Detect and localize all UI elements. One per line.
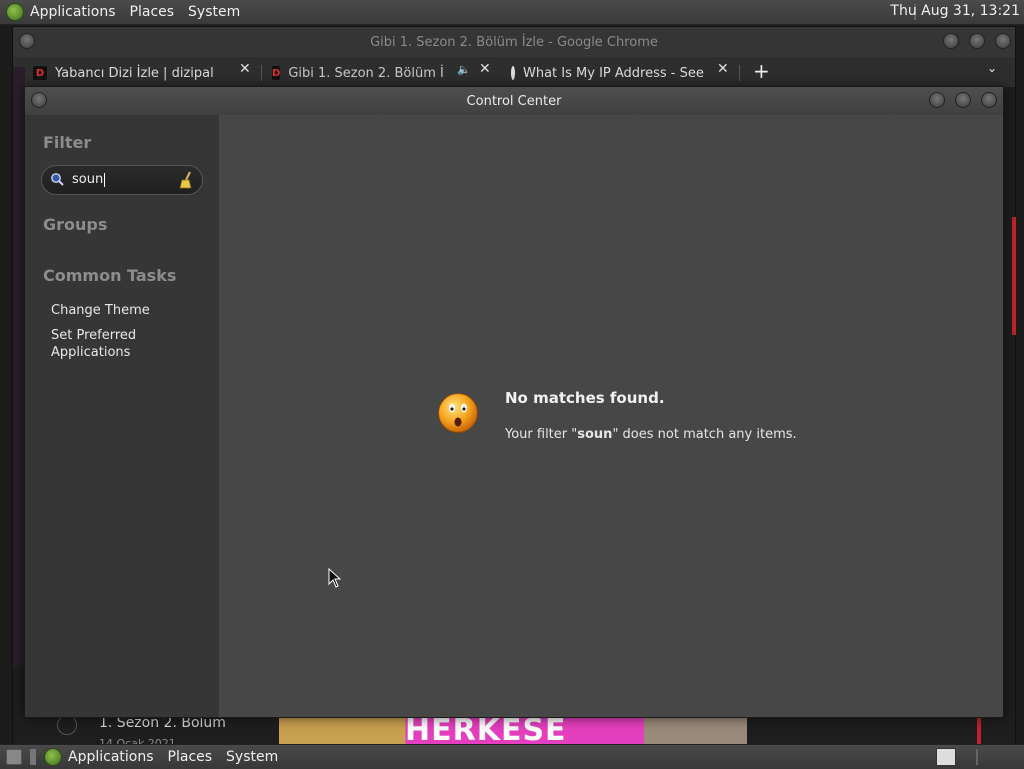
panel-handle-icon[interactable] xyxy=(30,749,36,765)
results-area: No matches found. Your filter "soun" doe… xyxy=(219,115,1003,717)
window-menu-button[interactable] xyxy=(31,92,47,108)
tab-separator xyxy=(739,65,740,81)
mouse-cursor-icon xyxy=(328,568,342,588)
control-center-window: Control Center Filter soun Groups Common… xyxy=(24,86,1004,718)
banner-text: HERKESE xyxy=(405,715,567,745)
tab-strip: D Yabancı Dizi İzle | dizipal ✕ D Gibi 1… xyxy=(13,57,1015,87)
control-center-body: Filter soun Groups Common Tasks Change T… xyxy=(25,115,1003,717)
search-icon xyxy=(51,173,64,186)
tab-whatismyip[interactable]: What Is My IP Address - See Y xyxy=(511,61,707,85)
episode-watched-icon[interactable] xyxy=(57,715,77,735)
show-desktop-icon[interactable] xyxy=(6,749,22,765)
speaker-icon[interactable]: 🔈 xyxy=(457,63,471,76)
tab-search-button[interactable]: ⌄ xyxy=(987,61,997,75)
close-button[interactable] xyxy=(995,33,1011,49)
no-matches-title: No matches found. xyxy=(505,389,665,407)
new-tab-button[interactable]: + xyxy=(753,59,770,83)
minimize-button[interactable] xyxy=(929,92,945,108)
tab-gibi[interactable]: D Gibi 1. Sezon 2. Bölüm İzle xyxy=(272,61,444,85)
menu-system[interactable]: System xyxy=(188,4,240,20)
tab-close-icon[interactable]: ✕ xyxy=(479,61,491,77)
tab-close-icon[interactable]: ✕ xyxy=(239,61,251,77)
tab-label: Gibi 1. Sezon 2. Bölüm İzle xyxy=(288,65,444,81)
top-panel: Applications Places System Thu Aug 31, 1… xyxy=(0,0,1024,25)
groups-heading: Groups xyxy=(43,215,108,234)
page-accent-bar xyxy=(977,717,981,745)
tab-label: Yabancı Dizi İzle | dizipal xyxy=(55,65,214,81)
filter-input-value[interactable]: soun xyxy=(72,172,106,187)
task-change-theme[interactable]: Change Theme xyxy=(51,302,211,319)
clear-broom-icon[interactable] xyxy=(178,171,194,189)
ad-banner[interactable]: HERKESE xyxy=(279,715,747,745)
close-button[interactable] xyxy=(981,92,997,108)
menu-applications[interactable]: Applications xyxy=(68,749,154,765)
menu-system[interactable]: System xyxy=(226,749,278,765)
mate-logo-icon[interactable] xyxy=(6,3,24,21)
control-center-titlebar[interactable]: Control Center xyxy=(25,87,1003,115)
filter-term: soun xyxy=(577,427,613,442)
tab-separator xyxy=(261,65,262,81)
clock[interactable]: Thu Aug 31, 13:21 xyxy=(890,3,1020,19)
tray-app-icon[interactable] xyxy=(936,748,956,766)
panel-separator xyxy=(976,749,978,765)
dizipal-favicon-icon: D xyxy=(272,66,281,80)
chrome-window-title: Gibi 1. Sezon 2. Bölüm İzle - Google Chr… xyxy=(370,34,658,50)
globe-icon xyxy=(511,66,515,80)
menu-places[interactable]: Places xyxy=(130,4,175,20)
common-tasks-heading: Common Tasks xyxy=(43,266,177,285)
filter-input[interactable]: soun xyxy=(41,165,203,195)
scrollbar-thumb[interactable] xyxy=(1012,217,1016,335)
dizipal-favicon-icon: D xyxy=(33,66,47,80)
menu-applications[interactable]: Applications xyxy=(30,4,116,20)
bottom-panel: Applications Places System xyxy=(0,744,1024,769)
maximize-button[interactable] xyxy=(969,33,985,49)
menu-places[interactable]: Places xyxy=(168,749,213,765)
maximize-button[interactable] xyxy=(955,92,971,108)
filter-heading: Filter xyxy=(43,133,92,152)
minimize-button[interactable] xyxy=(943,33,959,49)
chrome-titlebar[interactable]: Gibi 1. Sezon 2. Bölüm İzle - Google Chr… xyxy=(13,27,1015,57)
surprised-face-icon xyxy=(438,393,478,433)
control-center-title: Control Center xyxy=(466,93,562,109)
tab-label: What Is My IP Address - See Y xyxy=(523,65,707,81)
mate-logo-icon[interactable] xyxy=(44,748,62,766)
tab-close-icon[interactable]: ✕ xyxy=(717,61,729,77)
no-matches-message: Your filter "soun" does not match any it… xyxy=(505,427,797,442)
task-set-preferred-applications[interactable]: Set Preferred Applications xyxy=(51,327,151,361)
window-menu-button[interactable] xyxy=(19,33,35,49)
sidebar: Filter soun Groups Common Tasks Change T… xyxy=(25,115,219,717)
tab-dizipal[interactable]: D Yabancı Dizi İzle | dizipal xyxy=(33,61,233,85)
